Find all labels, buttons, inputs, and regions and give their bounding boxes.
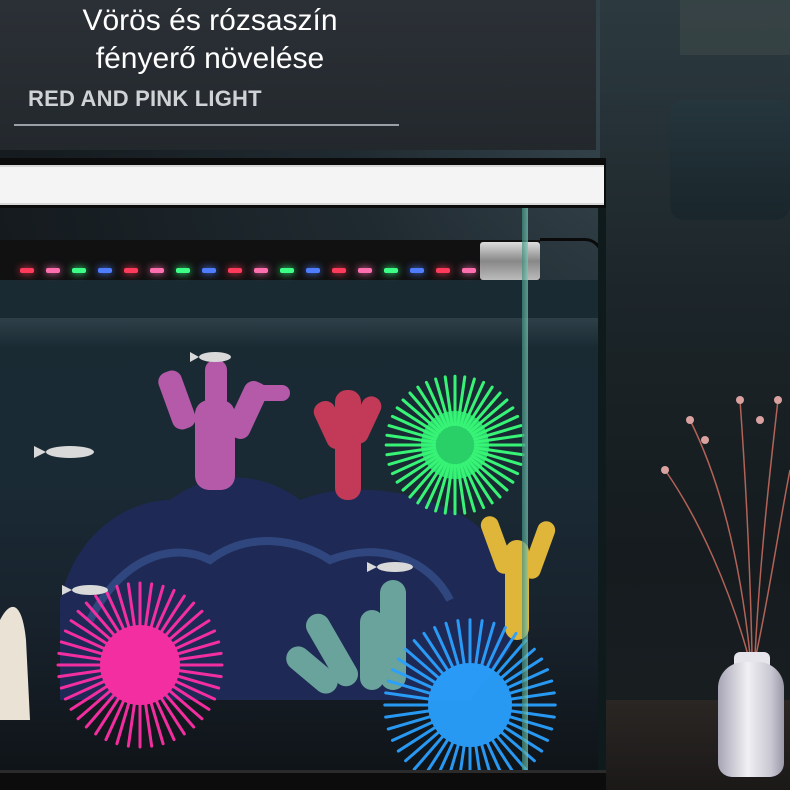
dried-flowers xyxy=(664,399,790,656)
tank-frame-right xyxy=(598,208,606,780)
green-urchin xyxy=(384,374,526,516)
purple-coral xyxy=(158,360,290,490)
tank-bottom-rim xyxy=(0,770,606,790)
aquarium-decor xyxy=(0,352,790,790)
scene: Vörös és rózsaszín fényerő növelése RED … xyxy=(0,0,790,790)
tank-glass-edge xyxy=(522,208,528,770)
white-coral xyxy=(0,606,30,720)
flower-buds xyxy=(661,396,782,474)
red-coral xyxy=(313,390,382,500)
vase xyxy=(718,662,784,777)
